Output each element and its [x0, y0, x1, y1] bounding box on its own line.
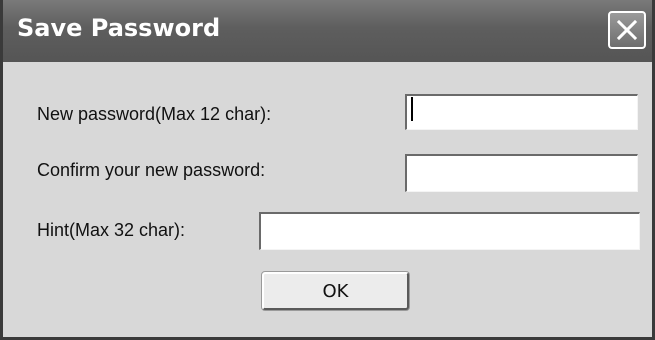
confirm-password-label: Confirm your new password:	[37, 160, 266, 180]
new-password-field[interactable]	[405, 94, 638, 130]
dialog-title: Save Password	[17, 14, 221, 42]
save-password-dialog: Save Password New password(Max 12 char):…	[0, 0, 655, 340]
ok-button[interactable]: OK	[262, 272, 409, 310]
confirm-password-field[interactable]	[405, 154, 638, 192]
new-password-label: New password(Max 12 char):	[37, 104, 272, 124]
text-caret	[411, 97, 413, 121]
hint-label: Hint(Max 32 char):	[37, 220, 186, 240]
title-bar[interactable]: Save Password	[3, 0, 652, 62]
close-button[interactable]	[608, 11, 646, 49]
close-icon	[616, 19, 638, 41]
hint-field[interactable]	[259, 212, 640, 250]
